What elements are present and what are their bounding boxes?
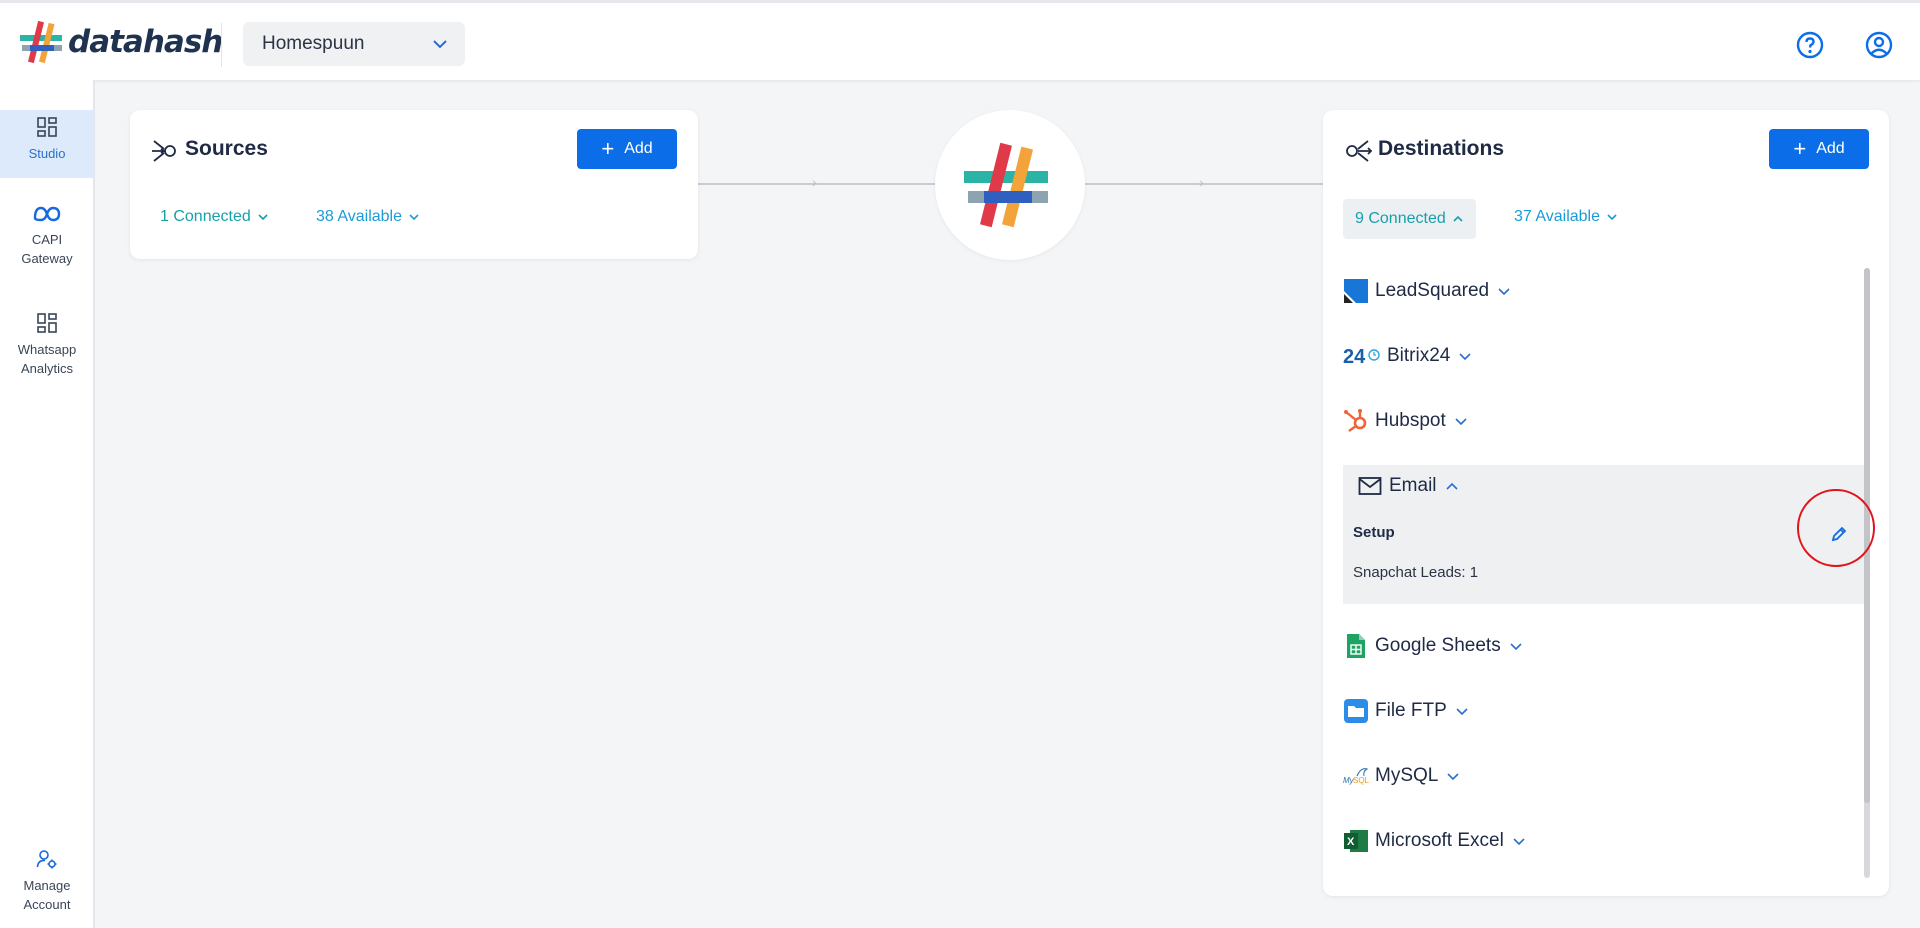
chevron-up-icon — [1445, 482, 1458, 490]
setup-label: Setup — [1353, 524, 1395, 541]
chevron-down-icon — [258, 214, 268, 221]
sidebar-item-manage-account[interactable]: Manage Account — [0, 848, 94, 914]
destination-name: LeadSquared — [1375, 280, 1490, 301]
destination-item-bitrix24[interactable]: 24 Bitrix24 — [1343, 336, 1472, 376]
sources-card: Sources + Add 1 Connected 38 Available — [130, 110, 698, 259]
sidebar: Studio CAPI Gateway Whatsapp Analytics M… — [0, 80, 95, 928]
destination-item-leadsquared[interactable]: LeadSquared — [1343, 271, 1511, 311]
plus-icon: + — [601, 136, 615, 161]
setup-value: Snapchat Leads: 1 — [1353, 564, 1479, 581]
email-expanded-panel: Email Setup Snapchat Leads: 1 — [1343, 465, 1865, 604]
excel-icon: X — [1343, 828, 1369, 854]
google-sheets-icon — [1343, 633, 1369, 659]
arrow-right-icon: › — [812, 174, 817, 190]
chevron-down-icon — [1455, 418, 1467, 426]
svg-text:24: 24 — [1343, 346, 1366, 367]
svg-text:X: X — [1347, 836, 1355, 848]
destination-item-google-sheets[interactable]: Google Sheets — [1343, 626, 1523, 666]
help-icon[interactable] — [1796, 31, 1824, 59]
workspace-name: Homespuun — [262, 33, 365, 54]
destination-name: Google Sheets — [1375, 635, 1501, 656]
logo-text: datahash — [68, 24, 223, 60]
chevron-down-icon — [409, 214, 419, 221]
sidebar-item-label: Whatsapp Analytics — [17, 342, 77, 376]
destination-name: Microsoft Excel — [1375, 830, 1504, 851]
chevron-down-icon — [433, 40, 447, 49]
sidebar-item-whatsapp-analytics[interactable]: Whatsapp Analytics — [0, 312, 94, 378]
destination-item-microsoft-excel[interactable]: X Microsoft Excel — [1343, 821, 1526, 861]
divider — [221, 23, 222, 67]
sidebar-item-capi-gateway[interactable]: CAPI Gateway — [0, 204, 94, 268]
hash-logo-icon — [964, 142, 1048, 228]
mail-icon — [1357, 473, 1383, 499]
mysql-icon: My SQL — [1343, 763, 1369, 789]
datahash-logo[interactable]: datahash — [20, 19, 223, 65]
available-label: 38 Available — [316, 208, 402, 225]
destinations-icon — [1346, 140, 1373, 162]
add-label: Add — [624, 140, 653, 157]
leadsquared-icon — [1343, 278, 1369, 304]
destination-item-file-ftp[interactable]: File FTP — [1343, 691, 1469, 731]
dashboard-icon — [37, 313, 57, 333]
available-label: 37 Available — [1514, 208, 1600, 225]
workspace-selector[interactable]: Homespuun — [243, 22, 465, 66]
chevron-up-icon — [1453, 215, 1463, 222]
chevron-down-icon — [1510, 643, 1522, 651]
destinations-available-toggle[interactable]: 37 Available — [1514, 208, 1618, 226]
sources-add-button[interactable]: + Add — [577, 129, 677, 169]
destination-name: MySQL — [1375, 765, 1439, 786]
destination-name: File FTP — [1375, 700, 1447, 721]
destinations-connected-toggle[interactable]: 9 Connected — [1343, 199, 1476, 239]
user-settings-icon — [36, 850, 57, 869]
svg-text:SQL: SQL — [1353, 776, 1369, 785]
hash-logo-icon — [20, 20, 62, 64]
connected-label: 1 Connected — [160, 208, 251, 225]
datahash-hub — [935, 110, 1085, 260]
sources-available-toggle[interactable]: 38 Available — [316, 208, 420, 226]
flow-line-right — [1085, 183, 1323, 185]
sidebar-item-label: CAPI Gateway — [21, 232, 73, 266]
user-account-icon[interactable] — [1865, 31, 1893, 59]
top-bar: datahash Homespuun — [0, 0, 1920, 80]
sources-icon — [152, 140, 176, 162]
plus-icon: + — [1793, 136, 1807, 161]
add-label: Add — [1816, 140, 1845, 157]
annotation-circle — [1797, 489, 1875, 567]
destination-item-hubspot[interactable]: Hubspot — [1343, 401, 1468, 441]
connected-label: 9 Connected — [1355, 210, 1446, 227]
chevron-down-icon — [1607, 214, 1617, 221]
destination-name: Bitrix24 — [1387, 345, 1451, 366]
destination-name: Email — [1389, 475, 1437, 496]
chevron-down-icon — [1447, 773, 1459, 781]
dashboard-icon — [37, 117, 57, 137]
chevron-down-icon — [1498, 288, 1510, 296]
sources-title: Sources — [185, 137, 268, 160]
sidebar-item-label: Manage Account — [23, 878, 71, 912]
destination-item-email[interactable]: Email — [1357, 466, 1459, 506]
meta-icon — [33, 206, 61, 222]
destinations-add-button[interactable]: + Add — [1769, 129, 1869, 169]
chevron-down-icon — [1459, 353, 1471, 361]
destination-name: Hubspot — [1375, 410, 1446, 431]
sidebar-item-studio[interactable]: Studio — [0, 110, 94, 178]
chevron-down-icon — [1456, 708, 1468, 716]
chevron-down-icon — [1513, 838, 1525, 846]
destination-item-mysql[interactable]: My SQL MySQL — [1343, 756, 1460, 796]
sources-connected-toggle[interactable]: 1 Connected — [160, 208, 269, 226]
sidebar-item-label: Studio — [28, 146, 66, 161]
folder-icon — [1343, 698, 1369, 724]
bitrix24-icon: 24 — [1343, 343, 1381, 369]
destinations-title: Destinations — [1378, 137, 1505, 160]
hubspot-icon — [1343, 408, 1369, 434]
arrow-right-icon: › — [1199, 174, 1204, 190]
